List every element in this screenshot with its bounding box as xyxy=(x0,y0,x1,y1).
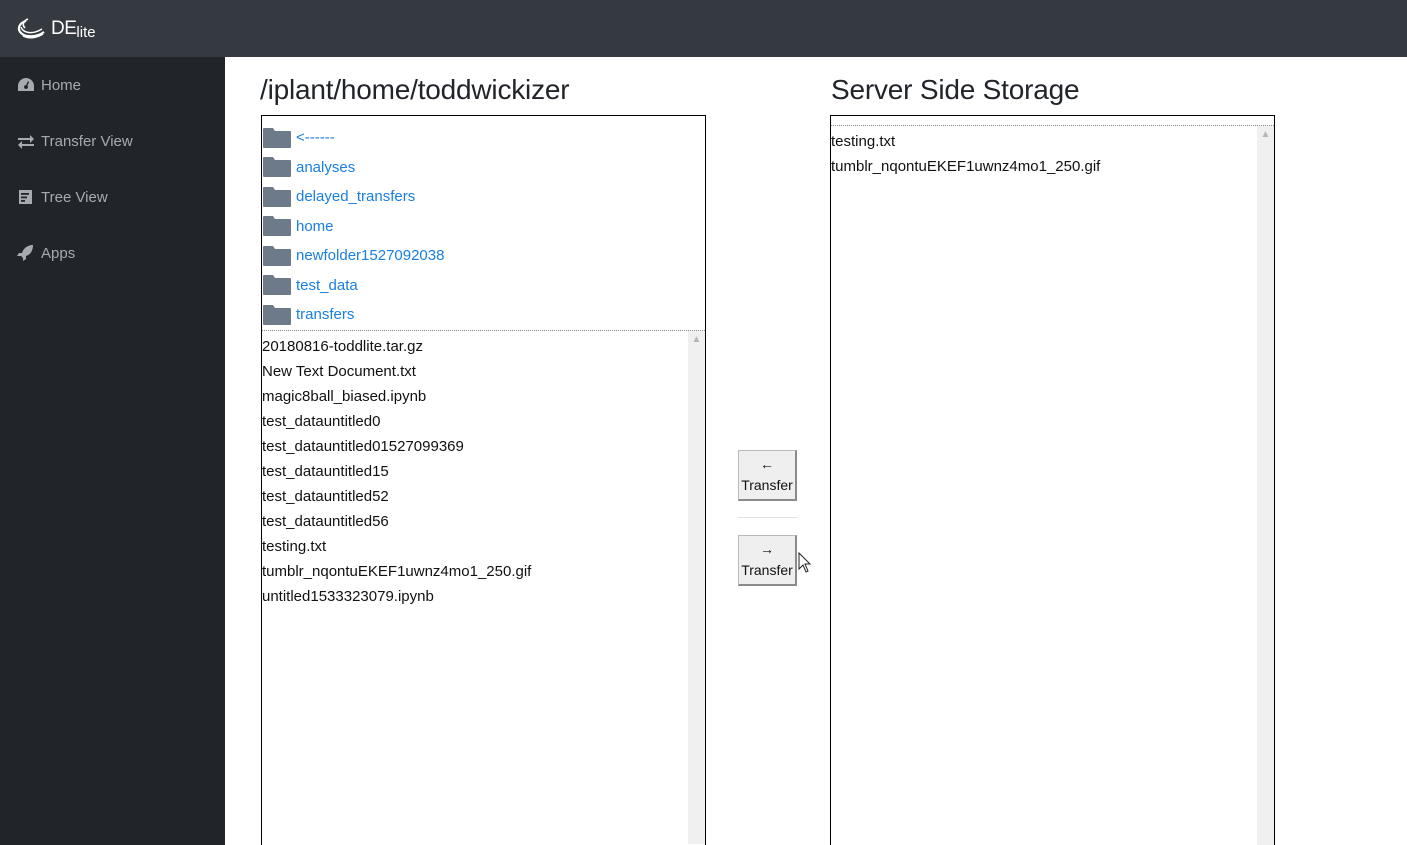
local-file-area: 20180816-toddlite.tar.gz New Text Documen… xyxy=(262,330,705,844)
swirl-logo-icon xyxy=(17,17,45,38)
server-file-browser: testing.txt tumblr_nqontuEKEF1uwnz4mo1_25… xyxy=(830,115,1275,845)
file-item[interactable]: test_datauntitled52 xyxy=(262,484,705,509)
file-item[interactable]: testing.txt xyxy=(831,129,1274,154)
folder-item[interactable]: transfers xyxy=(262,300,705,330)
folder-item[interactable]: home xyxy=(262,212,705,242)
folder-item[interactable]: analyses xyxy=(262,153,705,183)
brand-name: DE xyxy=(51,17,77,39)
transfer-to-server-button[interactable]: → Transfer xyxy=(738,535,797,586)
file-item[interactable]: test_datauntitled01527099369 xyxy=(262,434,705,459)
server-file-scrollbar[interactable]: ▲ xyxy=(1257,126,1274,845)
transfer-label: Transfer xyxy=(741,562,793,578)
brand-suffix: lite xyxy=(76,24,96,41)
server-storage-title: Server Side Storage xyxy=(831,74,1080,105)
file-item[interactable]: untitled1533323079.ipynb xyxy=(262,584,705,609)
file-item[interactable]: tumblr_nqontuEKEF1uwnz4mo1_250.gif xyxy=(262,559,705,584)
transfer-label: Transfer xyxy=(741,477,793,493)
folder-link[interactable]: home xyxy=(296,218,334,235)
local-path-title: /iplant/home/toddwickizer xyxy=(260,74,570,105)
file-item[interactable]: test_datauntitled56 xyxy=(262,509,705,534)
folder-link[interactable]: newfolder1527092038 xyxy=(296,247,444,264)
folder-icon xyxy=(263,186,291,207)
sidebar-item-label: Apps xyxy=(41,244,76,262)
left-arrow-icon: ← xyxy=(760,456,774,472)
local-file-list: 20180816-toddlite.tar.gz New Text Documen… xyxy=(262,331,705,609)
sidebar-item-transfer-view[interactable]: Transfer View xyxy=(0,113,225,169)
sidebar-item-label: Transfer View xyxy=(41,132,133,150)
dashboard-gauge-icon xyxy=(18,78,34,91)
local-file-browser: <------ analyses delayed_transfershome newf… xyxy=(261,115,706,845)
folder-icon xyxy=(263,216,291,237)
folder-icon xyxy=(263,275,291,296)
list-alt-icon xyxy=(19,190,32,204)
folder-link[interactable]: transfers xyxy=(296,306,354,323)
right-arrow-icon: → xyxy=(760,541,774,557)
folder-link[interactable]: analyses xyxy=(296,159,355,176)
sidebar-item-home[interactable]: Home xyxy=(0,57,225,113)
sidebar-item-label: Home xyxy=(41,76,82,94)
folder-item[interactable]: test_data xyxy=(262,271,705,301)
file-item[interactable]: tumblr_nqontuEKEF1uwnz4mo1_250.gif xyxy=(831,154,1274,179)
file-item[interactable]: magic8ball_biased.ipynb xyxy=(262,384,705,409)
file-item[interactable]: testing.txt xyxy=(262,534,705,559)
top-navbar: DE lite xyxy=(0,0,1407,57)
folder-icon xyxy=(263,127,291,148)
folder-item[interactable]: newfolder1527092038 xyxy=(262,241,705,271)
folder-icon xyxy=(263,157,291,178)
transfer-view-main: /iplant/home/toddwickizer Server Side St… xyxy=(225,57,1407,845)
file-item[interactable]: test_datauntitled0 xyxy=(262,409,705,434)
exchange-arrows-icon xyxy=(18,135,34,149)
scroll-up-arrow-icon[interactable]: ▲ xyxy=(1257,126,1274,143)
file-item[interactable]: test_datauntitled15 xyxy=(262,459,705,484)
folder-link[interactable]: test_data xyxy=(296,277,358,294)
sidebar-item-apps[interactable]: Apps xyxy=(0,225,225,281)
local-file-scrollbar[interactable]: ▲ xyxy=(688,330,705,844)
brand[interactable]: DE lite xyxy=(16,17,96,41)
sidebar: Home Transfer View Tree View Apps xyxy=(0,57,225,845)
mouse-pointer-icon xyxy=(798,552,812,573)
sidebar-item-tree-view[interactable]: Tree View xyxy=(0,169,225,225)
folder-link[interactable]: delayed_transfers xyxy=(296,188,415,205)
scroll-up-arrow-icon[interactable]: ▲ xyxy=(688,331,705,348)
folder-item[interactable]: <------ xyxy=(262,123,705,153)
server-file-list: testing.txt tumblr_nqontuEKEF1uwnz4mo1_25… xyxy=(831,126,1274,179)
folder-item[interactable]: delayed_transfers xyxy=(262,182,705,212)
file-item[interactable]: 20180816-toddlite.tar.gz xyxy=(262,334,705,359)
folder-list: <------ analyses delayed_transfershome newf… xyxy=(262,116,705,331)
transfer-to-local-button[interactable]: ← Transfer xyxy=(738,450,797,501)
server-file-area: testing.txt tumblr_nqontuEKEF1uwnz4mo1_25… xyxy=(831,125,1274,845)
folder-icon xyxy=(263,245,291,266)
button-divider xyxy=(738,517,797,518)
file-item[interactable]: New Text Document.txt xyxy=(262,359,705,384)
folder-link[interactable]: <------ xyxy=(296,129,335,146)
folder-icon xyxy=(263,304,291,325)
sidebar-item-label: Tree View xyxy=(41,188,108,206)
rocket-icon xyxy=(17,245,33,261)
